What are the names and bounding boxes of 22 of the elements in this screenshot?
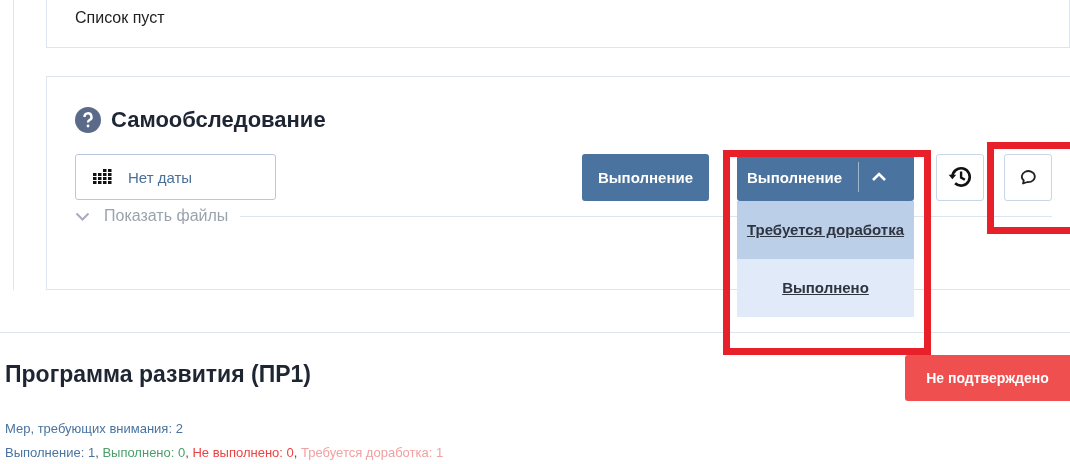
speech-bubble-icon	[1018, 167, 1038, 187]
help-icon[interactable]	[75, 107, 101, 133]
calendar-icon	[92, 169, 112, 185]
history-icon	[947, 164, 973, 190]
empty-list-text: Список пуст	[75, 9, 165, 27]
separator-comma: ,	[185, 445, 189, 460]
status-count: Требуется доработка: 1	[301, 445, 444, 460]
status-badge: Не подтверждено	[905, 355, 1070, 401]
history-button[interactable]	[936, 153, 984, 201]
attention-text: Мер, требующих внимания: 2	[5, 421, 183, 436]
date-placeholder: Нет даты	[128, 168, 193, 186]
program-title: Программа развития (ПР1)	[5, 361, 311, 388]
status-count: Не выполнено: 0	[192, 445, 294, 460]
chevron-up-icon	[871, 172, 888, 182]
separator-comma: ,	[95, 445, 99, 460]
date-field[interactable]: Нет даты	[75, 154, 276, 200]
status-button[interactable]: Выполнение	[581, 153, 709, 201]
chevron-down-icon	[75, 211, 90, 221]
separator-comma: ,	[293, 445, 298, 460]
status-option[interactable]: Требуется доработка	[737, 200, 914, 259]
comment-button[interactable]	[1004, 153, 1052, 201]
section-title: Самообследование	[111, 107, 326, 133]
